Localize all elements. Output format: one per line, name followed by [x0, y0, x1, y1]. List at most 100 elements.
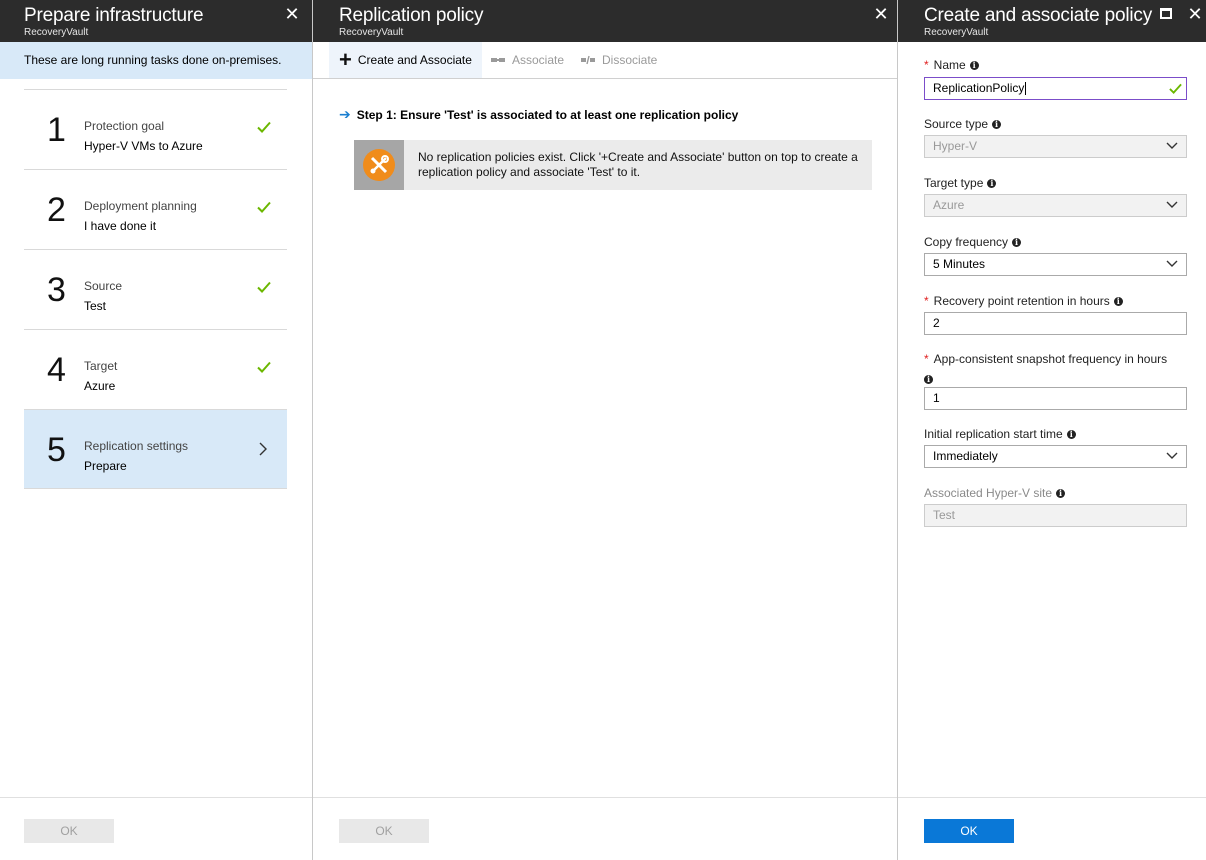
info-icon[interactable]: i — [1012, 237, 1022, 247]
label-text: Associated Hyper-V site — [924, 486, 1053, 500]
step-target[interactable]: 4 Target Azure — [24, 329, 287, 409]
plus-icon: + — [339, 47, 352, 72]
label-text: Target type — [924, 176, 984, 190]
close-icon[interactable]: ✕ — [282, 4, 302, 24]
initial-replication-field: Initial replication start time i Immedia… — [924, 427, 1187, 468]
blade-title: Replication policy — [339, 5, 484, 26]
info-icon-wrap: i — [924, 369, 933, 387]
create-and-associate-button[interactable]: + Create and Associate — [329, 42, 482, 78]
chevron-down-icon — [1166, 201, 1178, 208]
hyperv-site-field: Associated Hyper-V site i Test — [924, 486, 1187, 527]
info-icon[interactable]: i — [1113, 296, 1123, 306]
field-label: Copy frequency i — [924, 235, 1186, 249]
steps-list: 1 Protection goal Hyper-V VMs to Azure 2… — [24, 89, 287, 489]
blade-footer: OK — [898, 797, 1206, 860]
label-text: Source type — [924, 117, 989, 131]
snapshot-frequency-field: * App-consistent snapshot frequency in h… — [924, 352, 1187, 410]
button-label: Dissociate — [602, 53, 658, 67]
command-bar: + Create and Associate Associate Dissoci… — [313, 42, 897, 79]
retention-input[interactable]: 2 — [924, 312, 1187, 335]
copy-frequency-field: Copy frequency i 5 Minutes — [924, 235, 1187, 276]
step-number: 2 — [47, 191, 66, 229]
field-label: * Recovery point retention in hours i — [924, 294, 1186, 308]
step-number: 4 — [47, 351, 66, 389]
name-input[interactable]: ReplicationPolicy — [924, 77, 1187, 100]
target-type-select[interactable]: Azure — [924, 194, 1187, 217]
checkmark-icon — [1169, 83, 1182, 95]
blade-title: Create and associate policy — [924, 5, 1153, 26]
blade-header: Create and associate policy RecoveryVaul… — [898, 0, 1206, 42]
info-icon[interactable]: i — [1056, 488, 1066, 498]
step-value: Prepare — [84, 459, 127, 473]
hyperv-site-input: Test — [924, 504, 1187, 527]
ok-button[interactable]: OK — [339, 819, 429, 843]
create-associate-policy-blade: Create and associate policy RecoveryVaul… — [898, 0, 1206, 860]
arrow-right-icon: ➔ — [339, 106, 351, 122]
name-field: * Name i ReplicationPolicy — [924, 58, 1187, 100]
blade-subtitle: RecoveryVault — [24, 27, 89, 38]
step-heading: ➔ Step 1: Ensure 'Test' is associated to… — [339, 106, 738, 123]
label-text: Name — [933, 58, 966, 72]
step-value: I have done it — [84, 219, 157, 233]
copy-frequency-select[interactable]: 5 Minutes — [924, 253, 1187, 276]
checkmark-icon — [257, 121, 271, 133]
associate-button[interactable]: Associate — [490, 42, 564, 78]
label-text: Recovery point retention in hours — [933, 294, 1110, 308]
blade-subtitle: RecoveryVault — [924, 27, 989, 38]
info-icon[interactable]: i — [987, 178, 997, 188]
input-value: Test — [933, 508, 956, 522]
notice-icon-box — [354, 140, 404, 190]
chevron-down-icon — [1166, 142, 1178, 149]
button-label: Create and Associate — [357, 53, 472, 67]
step-value: Azure — [84, 379, 116, 393]
close-icon[interactable]: ✕ — [871, 4, 891, 24]
tools-icon — [363, 149, 395, 181]
text-cursor — [1025, 82, 1027, 96]
unlink-icon — [581, 55, 595, 65]
select-value: Immediately — [933, 449, 998, 463]
initial-replication-select[interactable]: Immediately — [924, 445, 1187, 468]
checkmark-icon — [257, 281, 271, 293]
step-source[interactable]: 3 Source Test — [24, 249, 287, 329]
field-label: Target type i — [924, 176, 1186, 190]
checkmark-icon — [257, 201, 271, 213]
info-icon[interactable]: i — [992, 119, 1002, 129]
step-protection-goal[interactable]: 1 Protection goal Hyper-V VMs to Azure — [24, 89, 287, 169]
info-icon[interactable]: i — [969, 60, 979, 70]
info-icon[interactable]: i — [924, 375, 933, 384]
field-label: * App-consistent snapshot frequency in h… — [924, 352, 1186, 366]
step-deployment-planning[interactable]: 2 Deployment planning I have done it — [24, 169, 287, 249]
info-icon[interactable]: i — [1066, 429, 1076, 439]
dissociate-button[interactable]: Dissociate — [580, 42, 657, 78]
ok-button[interactable]: OK — [24, 819, 114, 843]
ok-button[interactable]: OK — [924, 819, 1014, 843]
chevron-down-icon — [1166, 452, 1178, 459]
blade-footer: OK — [0, 797, 312, 860]
blade-title: Prepare infrastructure — [24, 5, 204, 26]
maximize-icon[interactable] — [1160, 8, 1172, 19]
retention-field: * Recovery point retention in hours i 2 — [924, 294, 1187, 335]
input-value: ReplicationPolicy — [933, 81, 1025, 95]
blade-subtitle: RecoveryVault — [339, 27, 404, 38]
field-label: Source type i — [924, 117, 1186, 131]
blade-header: Prepare infrastructure RecoveryVault ✕ — [0, 0, 312, 42]
step-replication-settings[interactable]: 5 Replication settings Prepare — [24, 409, 287, 489]
required-marker: * — [924, 352, 929, 366]
snapshot-frequency-input[interactable]: 1 — [924, 387, 1187, 410]
step-number: 1 — [47, 111, 66, 149]
info-banner: These are long running tasks done on-pre… — [0, 42, 312, 79]
checkmark-icon — [257, 361, 271, 373]
step-label: Deployment planning — [84, 199, 197, 213]
label-text: App-consistent snapshot frequency in hou… — [933, 352, 1168, 366]
source-type-select[interactable]: Hyper-V — [924, 135, 1187, 158]
input-value: 1 — [933, 391, 940, 405]
replication-policy-blade: Replication policy RecoveryVault ✕ + Cre… — [313, 0, 897, 860]
step-label: Replication settings — [84, 439, 189, 453]
button-label: Associate — [512, 53, 565, 67]
close-icon[interactable]: ✕ — [1185, 4, 1205, 24]
select-value: Hyper-V — [933, 139, 978, 153]
label-text: Copy frequency — [924, 235, 1009, 249]
step-value: Test — [84, 299, 107, 313]
link-icon — [491, 58, 505, 62]
select-value: 5 Minutes — [933, 257, 986, 271]
